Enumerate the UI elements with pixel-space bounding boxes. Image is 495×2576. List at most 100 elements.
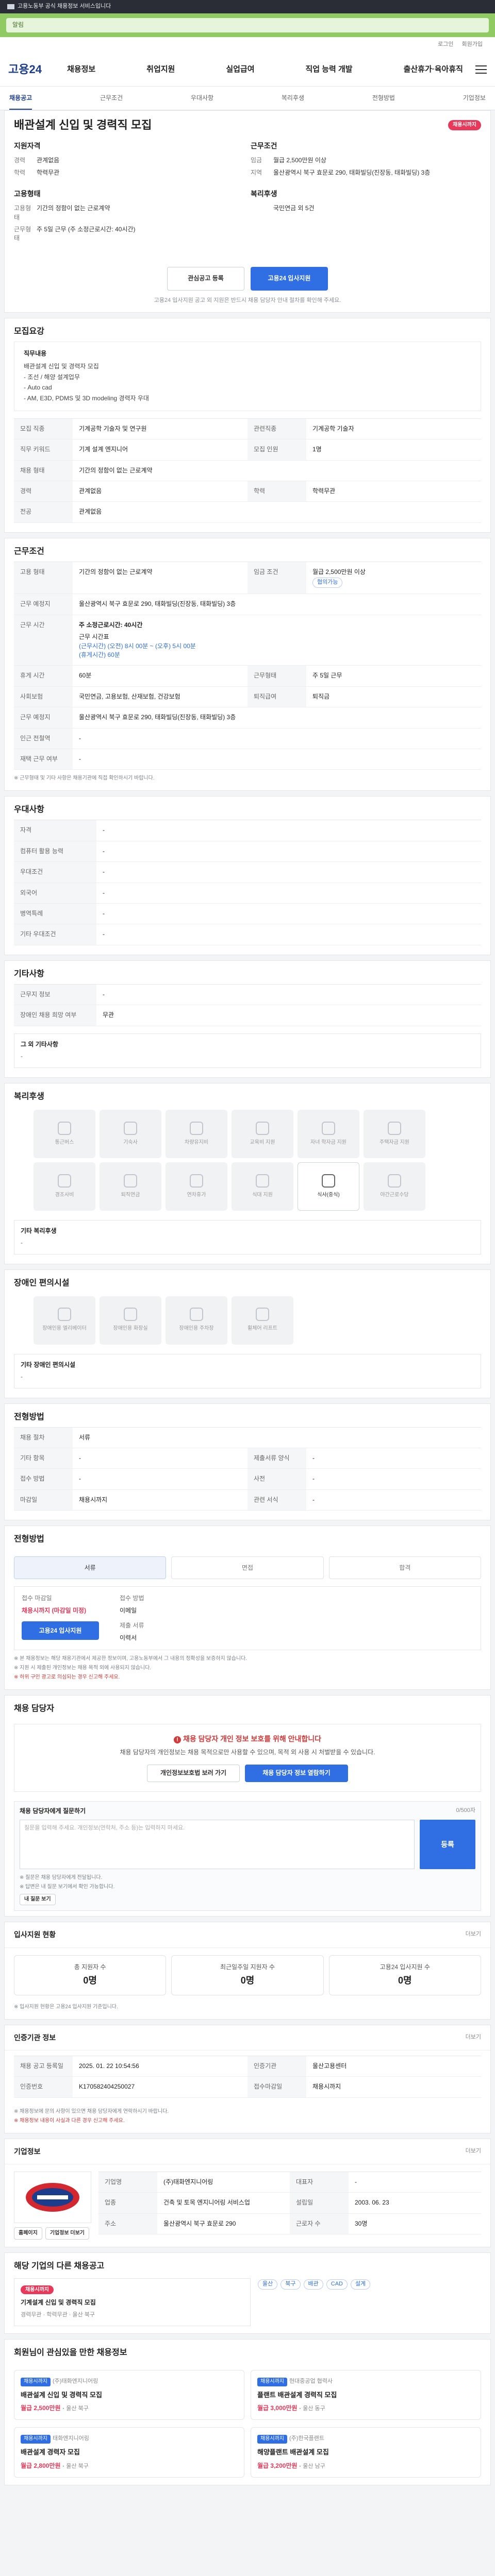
- view-contact-button[interactable]: 채용 담당자 정보 열람하기: [244, 1764, 348, 1782]
- step-documents: 서류: [14, 1556, 167, 1580]
- disabled-facilities: 장애인 편의시설 장애인용 엘리베이터 장애인용 화장실 장애인용 주차장 휠체어 리…: [4, 1269, 491, 1398]
- facility-icon: [388, 1121, 401, 1135]
- facility-item: 식대 지원: [232, 1162, 293, 1211]
- facility-label: 장애인용 화장실: [113, 1326, 148, 1332]
- tab-company[interactable]: 기업정보: [463, 94, 486, 103]
- facility-item: 주택자금 지원: [364, 1109, 425, 1158]
- recommend-section: 회원님이 관심있을 만한 채용정보 채용시까지 (주)태화엔지니어링 배관설계 신입…: [4, 2338, 491, 2485]
- company-logo: [14, 2171, 91, 2223]
- application-stats: 입사지원 현황 더보기 총 지원자 수 0명 최근일주일 지원자 수 0명 고용24 …: [4, 1922, 491, 2020]
- qualification-col: 지원자격 경력 관계없음 학력 학력무관 고용형태 고용형태 기간의 정함이 없는 근…: [14, 141, 136, 242]
- scrap-button[interactable]: 관심공고 등록: [167, 266, 244, 291]
- recommend-card[interactable]: 채용시까지 현대중공업 협력사 플랜트 배관설계 경력직 모집 월급 3,000만원 …: [251, 2370, 481, 2420]
- gnb-leave[interactable]: 출산휴가·육아휴직: [404, 64, 463, 75]
- facility-item: 차량유지비: [166, 1109, 227, 1158]
- tab-prefer[interactable]: 우대사항: [191, 94, 213, 103]
- facility-icon: [256, 1121, 269, 1135]
- facility-icon: [388, 1174, 401, 1188]
- conditions-col: 근무조건 임금 월급 2,500만원 이상 지역 울산광역시 북구 효문로 290,…: [251, 141, 431, 212]
- facility-icon: [58, 1308, 71, 1321]
- stats-more-link[interactable]: 더보기: [466, 1930, 481, 1939]
- job-title: 배관설계 신입 및 경력직 모집: [14, 118, 152, 131]
- facility-label: 퇴직연금: [121, 1192, 140, 1198]
- job-summary: 배관설계 신입 및 경력직 모집 채용시까지 지원자격 경력 관계없음 학력 학력무…: [4, 110, 491, 313]
- login-link[interactable]: 로그인: [438, 41, 453, 49]
- facility-item: 야간근로수당: [364, 1162, 425, 1211]
- gnb-jobs[interactable]: 채용정보: [67, 64, 95, 75]
- facility-label: 휠체어 리프트: [248, 1326, 277, 1332]
- tab-recruit[interactable]: 채용공고: [9, 87, 32, 110]
- facility-item: 연차휴가: [166, 1162, 227, 1211]
- facility-item: 장애인용 엘리베이터: [34, 1296, 95, 1345]
- gnb-training[interactable]: 직업 능력 개발: [305, 64, 352, 75]
- tab-conditions[interactable]: 근무조건: [100, 94, 123, 103]
- negotiable-chip: 협의가능: [312, 578, 343, 588]
- privacy-law-button[interactable]: 개인정보보호법 보러 가기: [147, 1764, 240, 1782]
- signup-link[interactable]: 회원가입: [462, 41, 483, 49]
- facility-icon: [322, 1121, 335, 1135]
- company-detail-button[interactable]: 기업정보 더보기: [45, 2227, 89, 2240]
- others-section: 기타사항 근무지 정보 - 장애인 채용 희망 여부 무관 그 외 기타사항 -: [4, 960, 491, 1078]
- facility-label: 장애인용 엘리베이터: [42, 1326, 87, 1332]
- facility-icon: [58, 1174, 71, 1188]
- notice-bar: 알림: [0, 13, 495, 37]
- facility-item: 통근버스: [34, 1109, 95, 1158]
- facility-item: 식사(중식): [298, 1162, 359, 1211]
- facility-item: 장애인용 주차장: [166, 1296, 227, 1345]
- question-input[interactable]: 질문을 입력해 주세요. 개인정보(연락처, 주소 등)는 입력하지 마세요.: [20, 1820, 415, 1870]
- facility-icon: [190, 1174, 203, 1188]
- tag-list: 울산 북구 배관 CAD 설계: [258, 2278, 481, 2326]
- facility-label: 장애인용 주차장: [179, 1326, 214, 1332]
- homepage-button[interactable]: 홈페이지: [14, 2227, 42, 2240]
- company-info: 기업정보 더보기 홈페이지 기업정보 더보기 기업명 (주)태화엔지니어링 대표자 - …: [4, 2138, 491, 2247]
- facility-label: 통근버스: [55, 1139, 74, 1145]
- facility-label: 야간근로수당: [380, 1192, 409, 1198]
- facility-item: 장애인용 화장실: [100, 1296, 161, 1345]
- welfare-section: 복리후생 통근버스 기숙사 차량유지비 교육비 지원 자녀 학자금 지원 주택자금 지원 경…: [4, 1082, 491, 1264]
- menu-icon[interactable]: [475, 65, 487, 74]
- recommend-card[interactable]: 채용시까지 (주)한국플랜트 해양플랜트 배관설계 모집 월급 3,200만원 · 울…: [251, 2427, 481, 2478]
- global-nav: 고용24 채용정보 취업지원 실업급여 직업 능력 개발 출산휴가·육아휴직: [0, 53, 495, 87]
- gnb-support[interactable]: 취업지원: [146, 64, 175, 75]
- job-description: 배관설계 신입 및 경력자 모집 - 조선 / 해양 설계업무 - Auto c…: [24, 363, 149, 402]
- step-pass: 합격: [328, 1556, 481, 1580]
- recommend-card[interactable]: 채용시까지 (주)태화엔지니어링 배관설계 신입 및 경력직 모집 월급 2,500만…: [14, 2370, 244, 2420]
- apply-button-2[interactable]: 고용24 입사지원: [22, 1621, 99, 1640]
- apply-button[interactable]: 고용24 입사지원: [251, 266, 328, 291]
- facility-item: 기숙사: [100, 1109, 161, 1158]
- apply-note: 고용24 입사지원 공고 외 지원은 반드시 채용 담당자 안내 절차를 확인해…: [154, 297, 341, 303]
- section-tabs: 채용공고 근무조건 우대사항 복리후생 전형방법 기업정보: [0, 87, 495, 110]
- question-box: 채용 담당자에게 질문하기 0/500자 질문을 입력해 주세요. 개인정보(연락…: [14, 1801, 481, 1911]
- tab-welfare[interactable]: 복리후생: [282, 94, 304, 103]
- company-more-link[interactable]: 더보기: [466, 2147, 481, 2156]
- recruit-section: 모집요강 직무내용 배관설계 신입 및 경력자 모집 - 조선 / 해양 설계업…: [4, 317, 491, 533]
- flag-icon: [7, 4, 14, 9]
- char-counter: 0/500자: [456, 1807, 475, 1814]
- recruit-grid: 모집 직종 기계공학 기술자 및 연구원 관련직종 기계공학 기술자 직무 키워드 기계…: [14, 418, 481, 523]
- facility-label: 차량유지비: [185, 1139, 208, 1145]
- other-job-card[interactable]: 채용시까지 기계설계 신입 및 경력직 모집 경력무관 · 학력무관 · 울산 …: [14, 2278, 251, 2326]
- recommend-card[interactable]: 채용시까지 태화엔지니어링 배관설계 경력자 모집 월급 2,800만원 · 울산 북…: [14, 2427, 244, 2478]
- work-conditions: 근무조건 고용 형태 기간의 정함이 없는 근로계약 임금 조건 월급 2,500만원…: [4, 537, 491, 791]
- facility-icon: [190, 1308, 203, 1321]
- facility-item: 휠체어 리프트: [232, 1296, 293, 1345]
- my-questions-button[interactable]: 내 질문 보기: [20, 1894, 56, 1906]
- facility-icon: [124, 1174, 137, 1188]
- company-logo-icon: [26, 2182, 79, 2212]
- contact-section: 채용 담당자 ! 채용 담당자 개인 정보 보호를 위해 안내합니다 채용 담당자…: [4, 1695, 491, 1917]
- question-submit-button[interactable]: 등록: [420, 1820, 475, 1870]
- site-logo[interactable]: 고용24: [8, 61, 60, 78]
- step-interview: 면접: [171, 1556, 324, 1580]
- facility-label: 식대 지원: [252, 1192, 273, 1198]
- gnb-benefits[interactable]: 실업급여: [226, 64, 254, 75]
- cert-info: 인증기관 정보 더보기 채용 공고 등록일 2025. 01. 22 10:54:5…: [4, 2024, 491, 2133]
- deadline-badge: 채용시까지: [448, 120, 481, 131]
- facility-icon: [124, 1308, 137, 1321]
- facility-icon: [322, 1174, 335, 1188]
- facility-label: 교육비 지원: [250, 1139, 275, 1145]
- info-more-link[interactable]: 더보기: [466, 2033, 481, 2042]
- tab-process[interactable]: 전형방법: [372, 94, 395, 103]
- facility-icon: [124, 1121, 137, 1135]
- facility-icon: [256, 1308, 269, 1321]
- alert-icon: !: [173, 1736, 181, 1744]
